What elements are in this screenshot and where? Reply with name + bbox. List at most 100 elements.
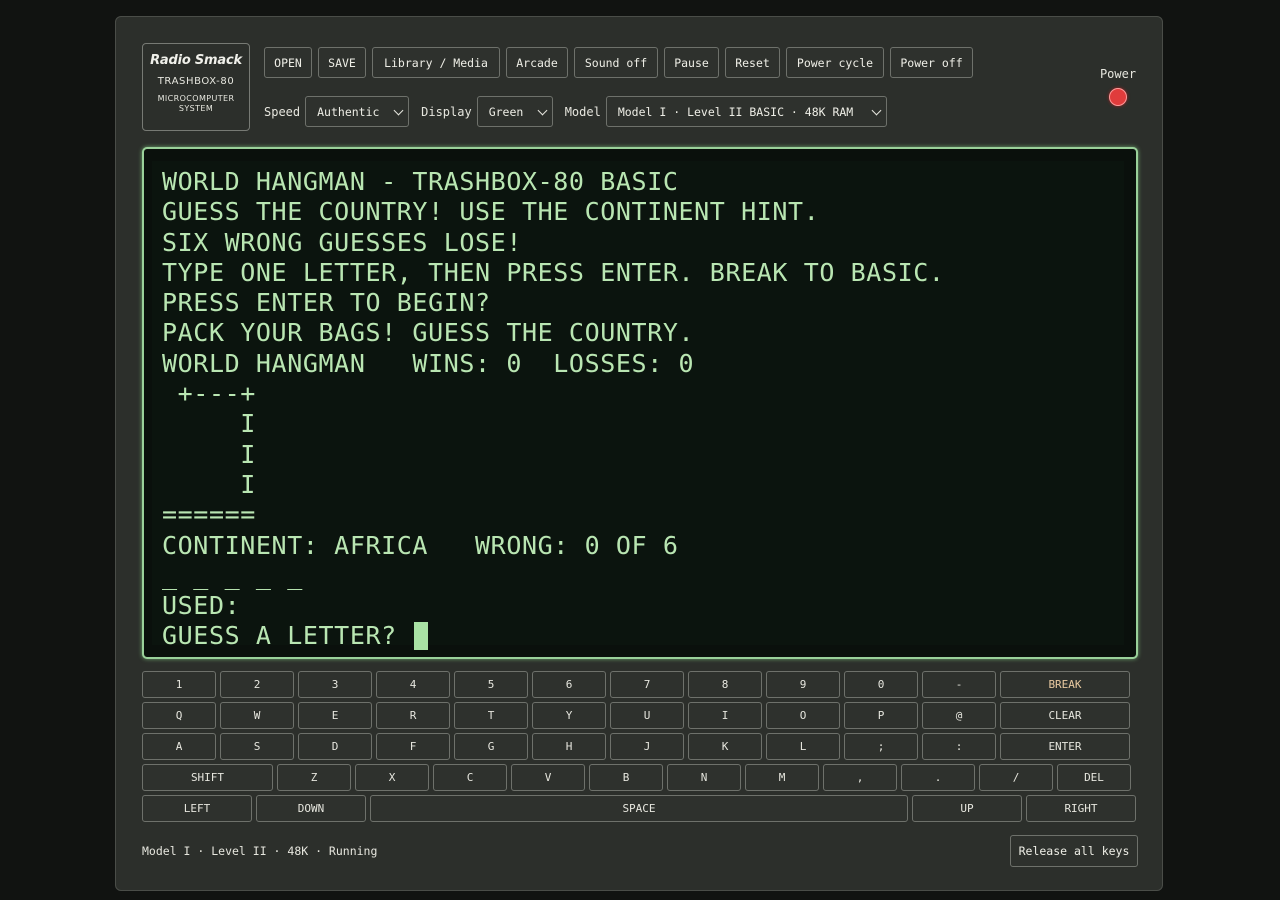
save-button[interactable]: SAVE — [318, 47, 366, 78]
key-up[interactable]: UP — [912, 795, 1022, 822]
key-b[interactable]: B — [589, 764, 663, 791]
key-n[interactable]: N — [667, 764, 741, 791]
key-o[interactable]: O — [766, 702, 840, 729]
key-period[interactable]: . — [901, 764, 975, 791]
key-at[interactable]: @ — [922, 702, 996, 729]
power-label: Power — [1099, 67, 1137, 81]
settings-bar: Speed Authentic Display Green Model Mode… — [264, 96, 899, 127]
model-select[interactable]: Model I · Level II BASIC · 48K RAM — [605, 96, 887, 127]
screen-line: USED: — [162, 591, 241, 621]
power-off-button[interactable]: Power off — [890, 47, 973, 78]
key-break[interactable]: BREAK — [1000, 671, 1130, 698]
screen-line: GUESS THE COUNTRY! USE THE CONTINENT HIN… — [162, 197, 820, 227]
speed-label: Speed — [264, 104, 301, 119]
pause-button[interactable]: Pause — [664, 47, 719, 78]
screen-line: WORLD HANGMAN WINS: 0 LOSSES: 0 — [162, 348, 695, 378]
key-down[interactable]: DOWN — [256, 795, 366, 822]
chevron-down-icon — [393, 105, 404, 116]
key-minus[interactable]: - — [922, 671, 996, 698]
key-left[interactable]: LEFT — [142, 795, 252, 822]
key-a[interactable]: A — [142, 733, 216, 760]
screen-line: _ _ _ _ _ — [162, 560, 303, 590]
key-h[interactable]: H — [532, 733, 606, 760]
key-s[interactable]: S — [220, 733, 294, 760]
logo-brand: Radio Smack — [150, 53, 242, 68]
keyboard-row-3: A S D F G H J K L;: ENTER — [142, 733, 1138, 760]
key-u[interactable]: U — [610, 702, 684, 729]
key-v[interactable]: V — [511, 764, 585, 791]
key-3[interactable]: 3 — [298, 671, 372, 698]
key-p[interactable]: P — [844, 702, 918, 729]
key-c[interactable]: C — [433, 764, 507, 791]
key-6[interactable]: 6 — [532, 671, 606, 698]
key-8[interactable]: 8 — [688, 671, 762, 698]
key-1[interactable]: 1 — [142, 671, 216, 698]
key-k[interactable]: K — [688, 733, 762, 760]
logo-model: TRASHBOX-80 — [157, 76, 235, 87]
chevron-down-icon — [871, 105, 882, 116]
open-button[interactable]: OPEN — [264, 47, 312, 78]
brand-logo: Radio Smack TRASHBOX-80 MICROCOMPUTER SY… — [142, 43, 250, 131]
key-4[interactable]: 4 — [376, 671, 450, 698]
model-label: Model — [564, 104, 601, 119]
display-select-value: Green — [488, 104, 524, 119]
power-led-icon — [1109, 88, 1127, 106]
key-l[interactable]: L — [766, 733, 840, 760]
key-w[interactable]: W — [220, 702, 294, 729]
status-text: Model I · Level II · 48K · Running — [142, 844, 378, 858]
key-right[interactable]: RIGHT — [1026, 795, 1136, 822]
key-x[interactable]: X — [355, 764, 429, 791]
key-del[interactable]: DEL — [1057, 764, 1131, 791]
arcade-button[interactable]: Arcade — [506, 47, 568, 78]
virtual-keyboard: 1 2 3 4 5 6 7 8 9 0- BREAK Q W E R T Y U I O P @ CLEAR ASDFGH… — [142, 671, 1138, 826]
key-comma[interactable]: , — [823, 764, 897, 791]
key-clear[interactable]: CLEAR — [1000, 702, 1130, 729]
key-slash[interactable]: / — [979, 764, 1053, 791]
key-q[interactable]: Q — [142, 702, 216, 729]
speed-select-value: Authentic — [317, 104, 380, 119]
key-y[interactable]: Y — [532, 702, 606, 729]
key-7[interactable]: 7 — [610, 671, 684, 698]
screen-text: WORLD HANGMAN - TRASHBOX-80 BASIC GUESS T… — [162, 167, 945, 652]
key-d[interactable]: D — [298, 733, 372, 760]
key-semicolon[interactable]: ; — [844, 733, 918, 760]
key-i[interactable]: I — [688, 702, 762, 729]
key-enter[interactable]: ENTER — [1000, 733, 1130, 760]
screen-line: I — [162, 469, 256, 499]
key-2[interactable]: 2 — [220, 671, 294, 698]
key-0[interactable]: 0 — [844, 671, 918, 698]
release-all-keys-button[interactable]: Release all keys — [1010, 835, 1138, 867]
display-label: Display — [421, 104, 472, 119]
key-space[interactable]: SPACE — [370, 795, 908, 822]
key-e[interactable]: E — [298, 702, 372, 729]
key-5[interactable]: 5 — [454, 671, 528, 698]
key-g[interactable]: G — [454, 733, 528, 760]
key-j[interactable]: J — [610, 733, 684, 760]
sound-toggle-button[interactable]: Sound off — [574, 47, 658, 78]
key-z[interactable]: Z — [277, 764, 351, 791]
crt-screen[interactable]: WORLD HANGMAN - TRASHBOX-80 BASIC GUESS T… — [142, 147, 1138, 659]
power-cycle-button[interactable]: Power cycle — [786, 47, 884, 78]
logo-system-line1: MICROCOMPUTER — [157, 94, 235, 103]
keyboard-row-1: 1 2 3 4 5 6 7 8 9 0- BREAK — [142, 671, 1138, 698]
toolbar: OPEN SAVE Library / Media Arcade Sound o… — [264, 47, 973, 78]
screen-line: WORLD HANGMAN - TRASHBOX-80 BASIC — [162, 167, 679, 196]
screen-line: ====== — [162, 500, 256, 530]
text-cursor-icon — [414, 622, 429, 651]
key-t[interactable]: T — [454, 702, 528, 729]
key-r[interactable]: R — [376, 702, 450, 729]
logo-system: MICROCOMPUTER SYSTEM — [143, 94, 249, 114]
key-colon[interactable]: : — [922, 733, 996, 760]
speed-select[interactable]: Authentic — [305, 96, 410, 127]
key-shift[interactable]: SHIFT — [142, 764, 273, 791]
logo-system-line2: SYSTEM — [178, 104, 214, 113]
power-indicator: Power — [1098, 67, 1138, 106]
key-9[interactable]: 9 — [766, 671, 840, 698]
reset-button[interactable]: Reset — [725, 47, 780, 78]
display-select[interactable]: Green — [476, 96, 553, 127]
key-m[interactable]: M — [745, 764, 819, 791]
keyboard-row-4: SHIFT Z X C V B N M,. / DEL — [142, 764, 1138, 791]
library-media-button[interactable]: Library / Media — [372, 47, 500, 78]
emulator-case: Radio Smack TRASHBOX-80 MICROCOMPUTER SY… — [115, 16, 1163, 891]
key-f[interactable]: F — [376, 733, 450, 760]
